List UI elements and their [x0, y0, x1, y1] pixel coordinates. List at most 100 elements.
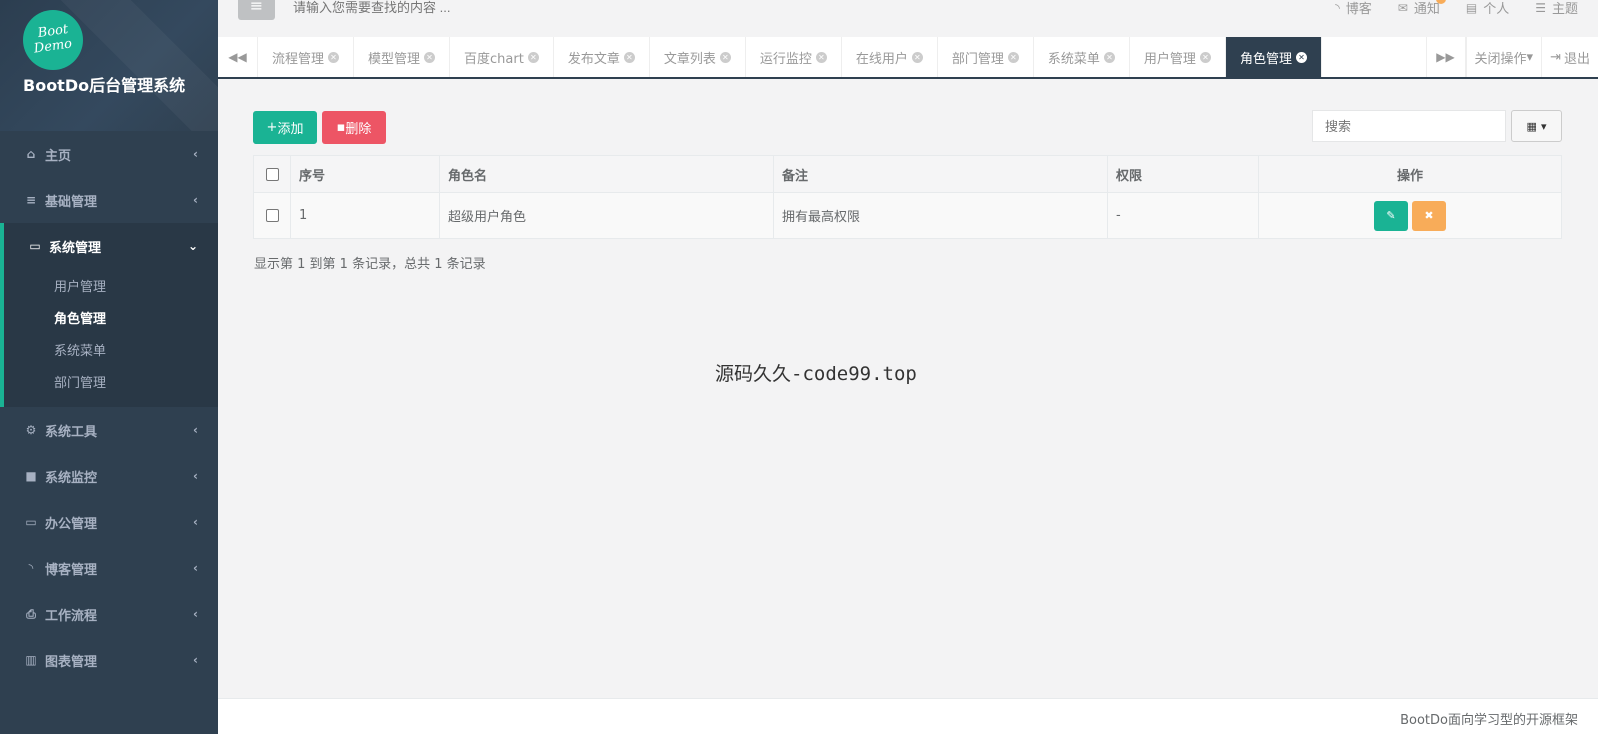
backward-icon: ◀◀ [228, 50, 247, 64]
video-icon: ■ [25, 469, 37, 483]
logo[interactable]: Boot Demo [23, 10, 83, 70]
sidebar-item-workflow[interactable]: ⎙ 工作流程 ‹ [0, 591, 218, 637]
sidebar-item-home[interactable]: ⌂ 主页 ‹ [0, 131, 218, 177]
column-header[interactable]: 角色名 [440, 156, 774, 192]
tab-runtime-monitor[interactable]: 运行监控 ✕ [746, 37, 842, 77]
blog-link-label: 博客 [1345, 2, 1372, 17]
pagination-info: 显示第 1 到第 1 条记录，总共 1 条记录 [254, 257, 486, 272]
home-icon: ⌂ [26, 147, 36, 161]
cell-no: 1 [291, 193, 440, 238]
close-icon[interactable]: ✕ [1103, 51, 1115, 63]
sidebar-submenu: 用户管理 角色管理 系统菜单 部门管理 [4, 269, 218, 407]
chevron-left-icon: ‹ [193, 423, 198, 437]
sidebar-item-monitor[interactable]: ■ 系统监控 ‹ [0, 453, 218, 499]
plus-icon: + [266, 120, 278, 135]
cell-actions: ✎ ✖ [1259, 193, 1561, 238]
close-icon[interactable]: ✕ [527, 51, 539, 63]
edit-icon: ✎ [1386, 209, 1396, 222]
delete-button[interactable]: ▪ 删除 [322, 111, 386, 144]
tab-baidu-chart[interactable]: 百度chart ✕ [450, 37, 554, 77]
caret-down-icon: ▾ [1540, 119, 1547, 133]
sidebar-item-label: 系统管理 [49, 240, 102, 256]
list-icon: ≡ [25, 193, 37, 207]
watermark-text: 源码久久-code99.top [715, 363, 917, 385]
sidebar-item-tools[interactable]: ⚙ 系统工具 ‹ [0, 407, 218, 453]
sidebar-item-label: 图表管理 [45, 654, 98, 670]
column-header[interactable]: 序号 [291, 156, 440, 192]
row-checkbox[interactable] [265, 209, 279, 222]
footer: BootDo面向学习型的开源框架 [218, 698, 1598, 734]
column-header[interactable]: 权限 [1108, 156, 1259, 192]
blog-link[interactable]: ◝ 博客 [1335, 0, 1372, 18]
sidebar-subitem-menus[interactable]: 系统菜单 [4, 333, 218, 365]
sidebar-item-blog[interactable]: ◝ 博客管理 ‹ [0, 545, 218, 591]
top-links: ◝ 博客 ✉ 通知 ▤ 个人 ☰ 主题 [1335, 0, 1578, 17]
tab-scroll-right-button[interactable]: ▶▶ [1425, 37, 1466, 77]
remove-button[interactable]: ✖ [1412, 200, 1446, 231]
global-search-input[interactable] [293, 0, 593, 16]
theme-link[interactable]: ☰ 主题 [1535, 0, 1578, 18]
desktop-icon: ▭ [29, 239, 41, 253]
roles-table: 序号 角色名 备注 权限 操作 1 超级用户角色 拥有最高权限 - ✎ ✖ [253, 155, 1562, 239]
close-icon[interactable]: ✕ [911, 51, 923, 63]
tab-users[interactable]: 用户管理 ✕ [1130, 37, 1226, 77]
sidebar-item-system[interactable]: ▭ 系统管理 ⌄ [4, 223, 218, 269]
sidebar-item-label: 办公管理 [45, 516, 98, 532]
column-header: 操作 [1396, 168, 1423, 184]
tab-workflow[interactable]: 流程管理 ✕ [258, 37, 355, 77]
close-icon[interactable]: ✕ [719, 51, 731, 63]
close-icon[interactable]: ✕ [1199, 51, 1211, 63]
notify-link[interactable]: ✉ 通知 [1398, 0, 1446, 17]
chevron-left-icon: ‹ [193, 653, 198, 667]
sidebar-item-office[interactable]: ▭ 办公管理 ‹ [0, 499, 218, 545]
close-operations-dropdown[interactable]: 关闭操作 ▾ [1465, 37, 1542, 77]
menu-toggle-button[interactable]: ≡ [238, 0, 275, 20]
tab-bar: ◀◀ 流程管理 ✕ 模型管理 ✕ 百度chart ✕ 发布文章 ✕ 文章列表 ✕ 运行监控… [218, 37, 1598, 79]
rss-icon: ◝ [1335, 0, 1340, 15]
tab-online-users[interactable]: 在线用户 ✕ [842, 37, 938, 77]
columns-toggle-button[interactable]: ▦ ▾ [1511, 110, 1562, 142]
table-search-input[interactable] [1312, 110, 1506, 142]
chevron-left-icon: ‹ [193, 515, 198, 529]
footer-text: BootDo面向学习型的开源框架 [1400, 713, 1578, 728]
rss-icon: ◝ [28, 561, 34, 575]
sidebar-item-label: 工作流程 [45, 608, 98, 624]
close-icon[interactable]: ✕ [1007, 51, 1019, 63]
close-icon[interactable]: ✕ [623, 51, 635, 63]
tab-model[interactable]: 模型管理 ✕ [354, 37, 451, 77]
close-icon[interactable]: ✕ [328, 51, 340, 63]
column-header[interactable]: 备注 [774, 156, 1108, 192]
tab-scroll-left-button[interactable]: ◀◀ [218, 37, 258, 77]
chevron-left-icon: ‹ [193, 607, 198, 621]
tab-publish-article[interactable]: 发布文章 ✕ [554, 37, 650, 77]
select-all-cell [254, 156, 291, 192]
close-icon[interactable]: ✕ [815, 51, 827, 63]
laptop-icon: ▭ [25, 515, 37, 529]
logout-button[interactable]: ⇥ 退出 [1541, 37, 1598, 77]
add-button[interactable]: + 添加 [253, 111, 317, 144]
select-all-checkbox[interactable] [265, 167, 279, 181]
edit-button[interactable]: ✎ [1374, 200, 1408, 231]
sidebar-item-basic[interactable]: ≡ 基础管理 ‹ [0, 177, 218, 223]
cell-role-name: 超级用户角色 [440, 193, 774, 238]
sidebar-subitem-roles[interactable]: 角色管理 [4, 301, 218, 333]
tab-menus[interactable]: 系统菜单 ✕ [1034, 37, 1130, 77]
close-icon[interactable]: ✕ [424, 51, 436, 63]
tab-depts[interactable]: 部门管理 ✕ [938, 37, 1034, 77]
tabs: 流程管理 ✕ 模型管理 ✕ 百度chart ✕ 发布文章 ✕ 文章列表 ✕ 运行监控 ✕ 在… [258, 37, 1426, 77]
tab-roles[interactable]: 角色管理 ✕ [1225, 37, 1322, 77]
chevron-down-icon: ⌄ [187, 239, 198, 253]
brand-title: BootDo后台管理系统 [23, 76, 186, 95]
sidebar-item-charts[interactable]: ▥ 图表管理 ‹ [0, 637, 218, 683]
sidebar-group-system: ▭ 系统管理 ⌄ 用户管理 角色管理 系统菜单 部门管理 [0, 223, 218, 407]
table-header-row: 序号 角色名 备注 权限 操作 [254, 156, 1561, 192]
tab-label: 百度chart [464, 51, 524, 67]
tab-label: 用户管理 [1143, 51, 1196, 67]
id-card-icon: ▤ [1465, 0, 1478, 15]
tab-article-list[interactable]: 文章列表 ✕ [650, 37, 746, 77]
tab-label: 模型管理 [368, 51, 421, 67]
close-icon[interactable]: ✕ [1295, 51, 1307, 63]
sidebar-subitem-depts[interactable]: 部门管理 [4, 365, 218, 397]
sidebar-subitem-users[interactable]: 用户管理 [4, 269, 218, 301]
profile-link[interactable]: ▤ 个人 [1465, 0, 1509, 18]
